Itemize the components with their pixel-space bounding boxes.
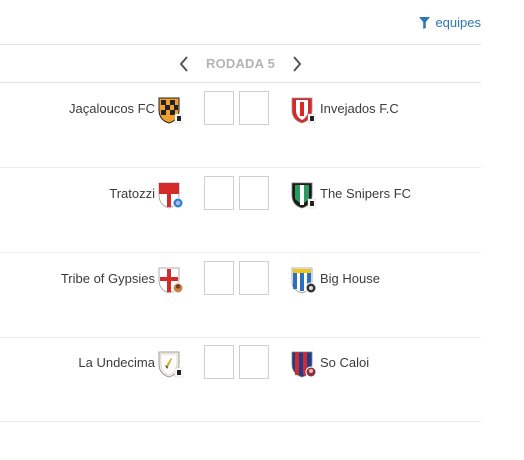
home-team-crest (158, 351, 183, 378)
match-row: Tratozzi The Snipers FC (0, 168, 481, 253)
away-score-input[interactable] (239, 176, 269, 210)
teams-filter-label: equipes (435, 15, 481, 30)
match-row: La Undecima So Caloi (0, 337, 481, 422)
home-score-input[interactable] (204, 261, 234, 295)
home-team-name: Tribe of Gypsies (60, 271, 155, 286)
home-team-name: La Undecima (78, 355, 155, 370)
away-team-crest (291, 97, 316, 124)
home-team-crest (158, 97, 183, 124)
home-score-input[interactable] (204, 176, 234, 210)
away-team-name: Big House (320, 271, 380, 286)
funnel-icon (419, 16, 431, 29)
away-team-name: So Caloi (320, 355, 370, 370)
away-team-crest (291, 267, 316, 294)
round-selector: RODADA 5 (0, 45, 481, 83)
next-round-button[interactable] (287, 54, 307, 74)
home-team-crest (158, 182, 183, 209)
filter-bar: equipes (0, 0, 481, 45)
match-row: Jaçaloucos FC Invejados F.C (0, 83, 481, 168)
home-team-name: Jaçaloucos FC (69, 101, 155, 116)
home-team-name: Tratozzi (109, 186, 155, 201)
home-team-crest (158, 267, 183, 294)
matches-panel: equipes RODADA 5 Jaçaloucos FC Invejados… (0, 0, 481, 460)
away-score-input[interactable] (239, 91, 269, 125)
away-team-crest (291, 351, 316, 378)
teams-filter-link[interactable]: equipes (419, 15, 481, 30)
round-title: RODADA 5 (205, 56, 275, 71)
chevron-right-icon (293, 55, 302, 72)
away-team-name: Invejados F.C (320, 101, 399, 116)
away-team-crest (291, 182, 316, 209)
home-score-input[interactable] (204, 91, 234, 125)
away-score-input[interactable] (239, 345, 269, 379)
match-row: Tribe of Gypsies Big House (0, 253, 481, 338)
previous-round-button[interactable] (174, 54, 194, 74)
home-score-input[interactable] (204, 345, 234, 379)
away-score-input[interactable] (239, 261, 269, 295)
away-team-name: The Snipers FC (320, 186, 412, 201)
chevron-left-icon (179, 55, 188, 72)
